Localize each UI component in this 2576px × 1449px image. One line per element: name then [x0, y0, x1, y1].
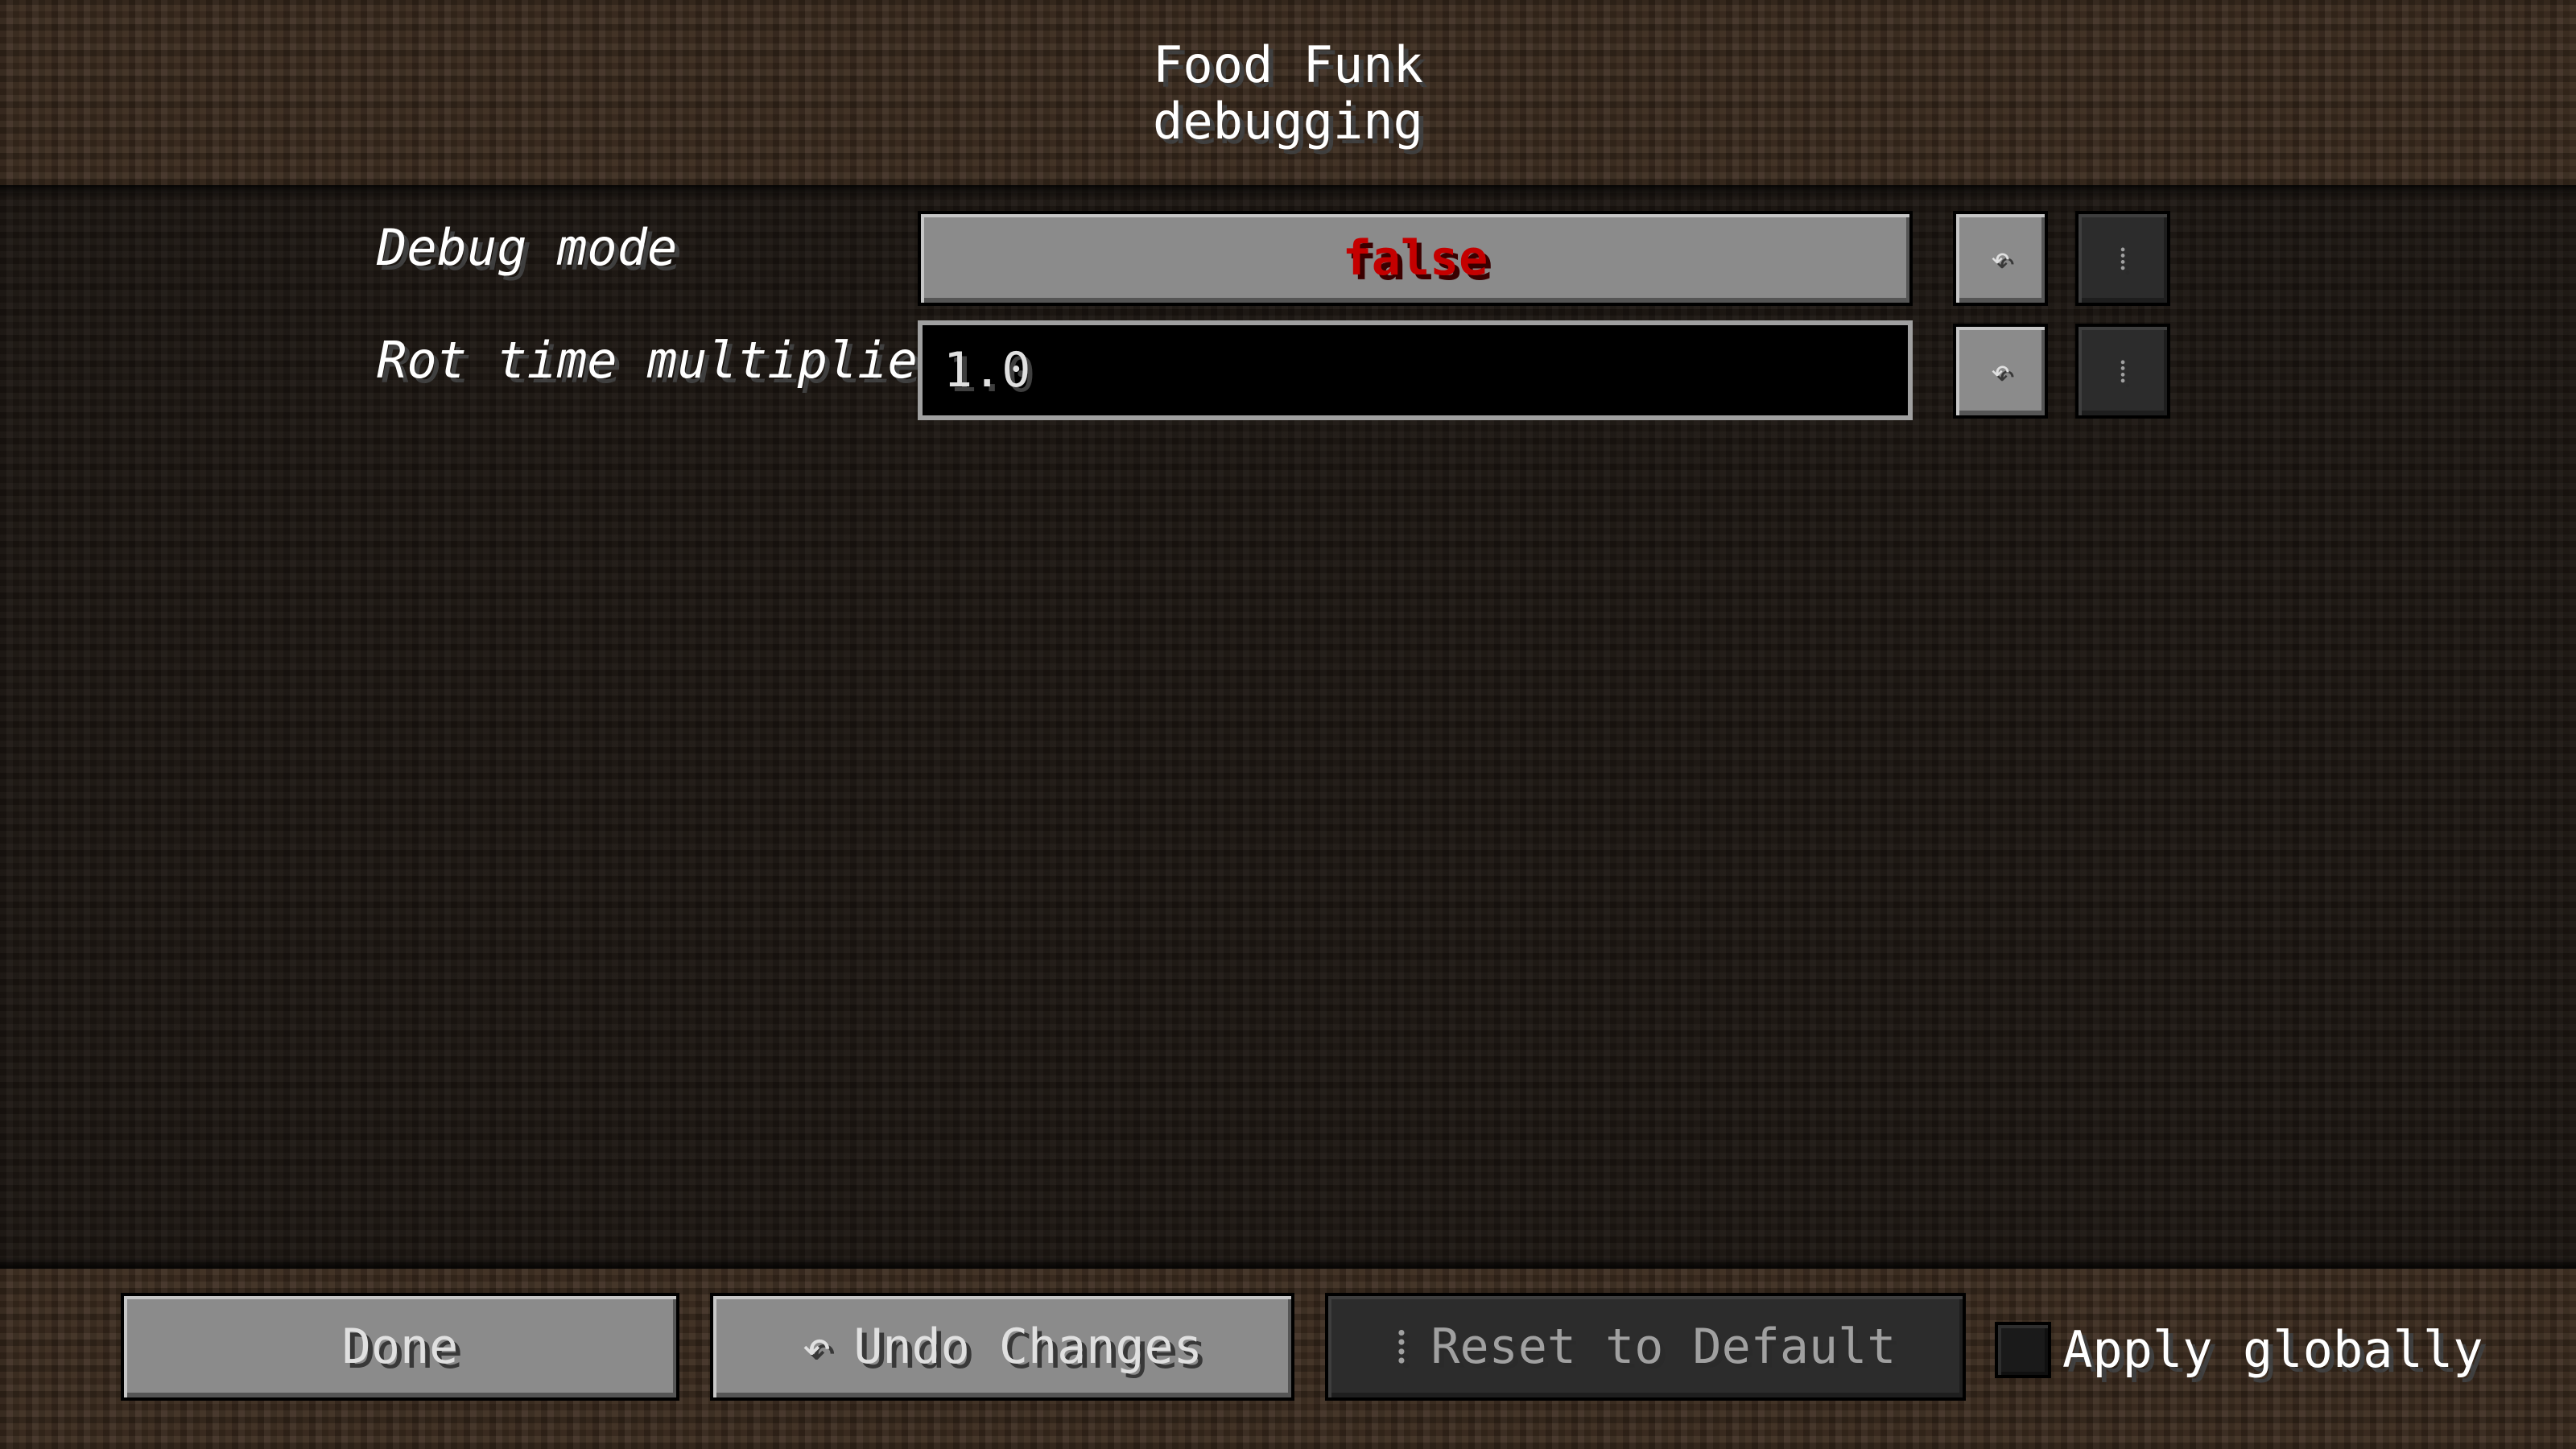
undo-changes-button[interactable]: ↶ Undo Changes	[710, 1293, 1294, 1401]
header-bar: Food Funk debugging	[0, 0, 2576, 185]
debug-mode-toggle[interactable]: false	[918, 211, 1913, 306]
screen-title: Food Funk	[1153, 35, 1423, 94]
undo-arrow-icon: ↶	[1990, 353, 2011, 390]
rot-time-multiplier-label: Rot time multiplier	[377, 331, 948, 390]
apply-globally-option[interactable]: Apply globally	[1995, 1320, 2483, 1379]
apply-globally-checkbox[interactable]	[1995, 1321, 2051, 1378]
done-button[interactable]: Done	[121, 1293, 679, 1401]
rot-time-multiplier-input[interactable]	[918, 320, 1913, 420]
rot-time-multiplier-undo-button[interactable]: ↶	[1953, 324, 2048, 419]
reset-to-default-label: Reset to Default	[1430, 1319, 1897, 1375]
debug-mode-label: Debug mode	[377, 218, 678, 277]
reset-icon: ⁞	[1394, 1319, 1409, 1375]
undo-changes-label: Undo Changes	[853, 1319, 1203, 1375]
done-button-label: Done	[341, 1319, 459, 1375]
rot-time-multiplier-reset-button[interactable]: ⁞	[2075, 324, 2170, 419]
debug-mode-reset-button[interactable]: ⁞	[2075, 211, 2170, 306]
reset-to-default-button[interactable]: ⁞ Reset to Default	[1325, 1293, 1966, 1401]
undo-arrow-icon: ↶	[1990, 240, 2011, 277]
screen-subtitle: debugging	[1153, 92, 1423, 151]
reset-icon: ⁞	[2118, 240, 2128, 278]
reset-icon: ⁞	[2118, 353, 2128, 390]
debug-mode-undo-button[interactable]: ↶	[1953, 211, 2048, 306]
undo-arrow-icon: ↶	[802, 1319, 832, 1375]
apply-globally-label: Apply globally	[2062, 1320, 2483, 1379]
